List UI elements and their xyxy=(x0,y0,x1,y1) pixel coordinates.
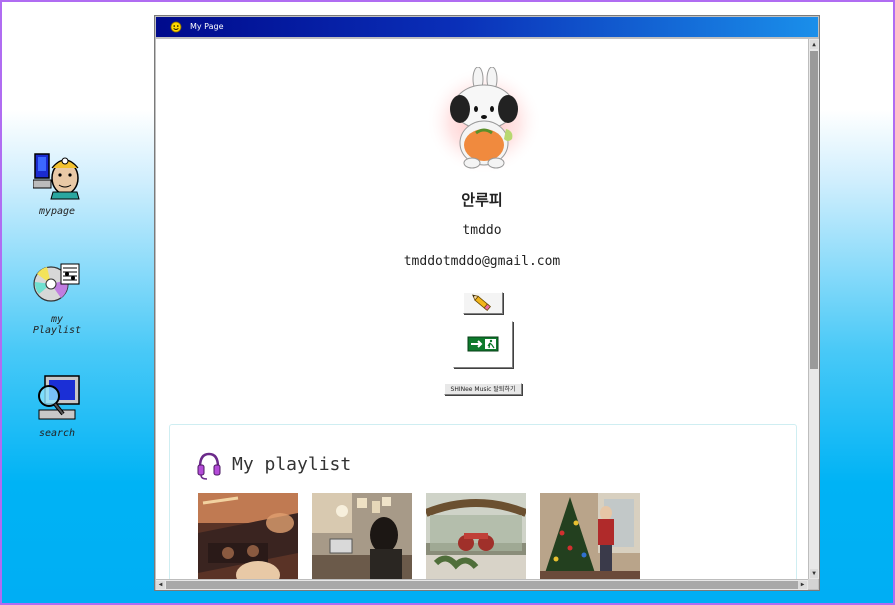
profile-email: tmddotmddo@gmail.com xyxy=(403,254,561,269)
pencil-icon xyxy=(472,294,491,312)
scroll-right-icon[interactable]: ▶ xyxy=(798,581,807,589)
desktop-icon-label: search xyxy=(38,428,76,439)
vertical-scrollbar[interactable]: ▲ ▼ xyxy=(808,39,819,579)
cd-music-icon xyxy=(33,260,81,308)
cafe-window-thumbnail[interactable] xyxy=(426,493,526,579)
study-room-thumbnail[interactable] xyxy=(312,493,412,579)
desktop-icon-search[interactable]: search xyxy=(22,374,92,439)
horizontal-scroll-thumb[interactable] xyxy=(166,581,798,589)
scroll-left-icon[interactable]: ◀ xyxy=(156,581,165,589)
dj-party-thumbnail[interactable] xyxy=(198,493,298,579)
christmas-tree-thumbnail[interactable] xyxy=(540,493,640,579)
desktop-icon-mypage[interactable]: mypage xyxy=(22,152,92,217)
window-content: 안루피 tmddo tmddotmddo@gmail.com SHINee Mu… xyxy=(156,39,808,579)
profile-user-id: tmddo xyxy=(462,223,502,238)
vertical-scroll-thumb[interactable] xyxy=(810,51,818,369)
horizontal-scrollbar[interactable]: ◀ ▶ xyxy=(156,579,808,590)
desktop-icon-label: mypage xyxy=(38,206,76,217)
scroll-down-icon[interactable]: ▼ xyxy=(810,569,818,578)
headphones-icon xyxy=(197,451,221,481)
window-titlebar[interactable]: My Page xyxy=(156,17,818,37)
desktop-icon-playlist[interactable]: my Playlist xyxy=(22,260,92,336)
withdraw-button[interactable]: SHINee Music 탈퇴하기 xyxy=(444,383,522,395)
logout-button[interactable] xyxy=(453,321,513,368)
mypage-window: My Page 안루피 tmddo tmddotmddo@gmail.com S… xyxy=(154,15,820,591)
window-title: My Page xyxy=(190,22,224,31)
edit-profile-button[interactable] xyxy=(463,292,503,314)
scrollbar-corner xyxy=(808,579,818,589)
playlist-title: My playlist xyxy=(232,454,352,475)
profile-image xyxy=(426,66,542,175)
mypage-icon xyxy=(32,152,81,200)
exit-sign-icon xyxy=(467,336,499,352)
profile-nickname: 안루피 xyxy=(461,191,503,209)
desktop-icon-label: my Playlist xyxy=(32,314,82,336)
playlist-card: My playlist xyxy=(169,424,797,579)
smiley-icon xyxy=(170,21,182,33)
bunny-dog-character-icon xyxy=(426,66,542,175)
computer-search-icon xyxy=(33,374,81,422)
desktop: mypage my Playlist search My Page 안루피 tm… xyxy=(0,0,895,605)
scroll-up-icon[interactable]: ▲ xyxy=(810,40,818,49)
